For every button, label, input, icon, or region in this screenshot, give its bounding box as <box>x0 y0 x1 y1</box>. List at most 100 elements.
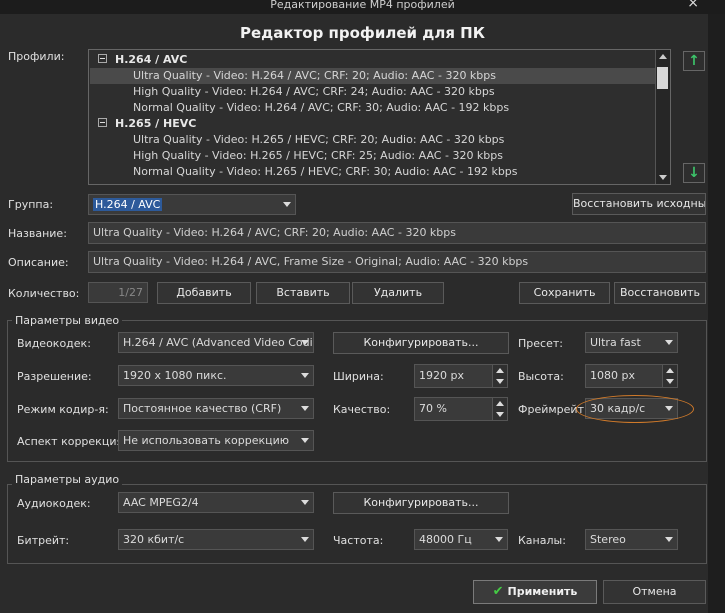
aspect-select[interactable]: Не использовать коррекцию <box>118 430 314 451</box>
quality-label: Качество: <box>333 403 391 416</box>
frequency-value: 48000 Гц <box>419 533 472 546</box>
name-field[interactable]: Ultra Quality - Video: H.264 / AVC; CRF:… <box>88 222 706 244</box>
video-codec-value: H.264 / AVC (Advanced Video Codin <box>123 336 314 349</box>
video-params-title: Параметры видео <box>12 314 123 327</box>
profile-editor-window: Редактирование MP4 профилей × Редактор п… <box>0 0 725 613</box>
checkmark-icon: ✔ <box>492 584 504 599</box>
collapse-icon[interactable] <box>98 118 107 127</box>
scroll-up-icon[interactable] <box>659 54 667 59</box>
width-spin-buttons[interactable] <box>492 365 507 387</box>
apply-button[interactable]: ✔ Применить <box>473 580 597 604</box>
move-up-button[interactable]: ↑ <box>683 51 705 71</box>
chevron-down-icon <box>665 340 673 345</box>
video-codec-label: Видеокодек: <box>17 337 91 350</box>
spin-up-icon[interactable] <box>666 368 674 373</box>
encoding-mode-value: Постоянное качество (CRF) <box>123 402 282 415</box>
window-title: Редактирование MP4 профилей <box>270 0 455 11</box>
restore-button[interactable]: Восстановить <box>614 282 706 304</box>
chevron-down-icon <box>301 340 309 345</box>
chevron-down-icon <box>301 373 309 378</box>
channels-select[interactable]: Stereo <box>585 529 678 550</box>
resolution-select[interactable]: 1920 x 1080 пикс. <box>118 365 314 386</box>
framerate-select[interactable]: 30 кадр/с <box>585 398 678 419</box>
preset-value: Ultra fast <box>590 336 641 349</box>
apply-label: Применить <box>507 585 578 598</box>
chevron-down-icon <box>301 406 309 411</box>
chevron-down-icon <box>301 500 309 505</box>
group-select[interactable]: H.264 / AVC <box>88 194 296 215</box>
save-button[interactable]: Сохранить <box>519 282 610 304</box>
move-down-button[interactable]: ↓ <box>683 163 705 183</box>
arrow-up-icon: ↑ <box>688 53 700 69</box>
framerate-value: 30 кадр/с <box>590 402 646 415</box>
group-row-h265[interactable]: H.265 / HEVC <box>90 116 655 132</box>
list-scrollbar[interactable] <box>655 50 670 184</box>
spin-down-icon[interactable] <box>666 379 674 384</box>
chevron-down-icon <box>495 537 503 542</box>
description-field[interactable]: Ultra Quality - Video: H.264 / AVC, Fram… <box>88 251 706 273</box>
height-stepper[interactable]: 1080 px <box>585 364 678 388</box>
quality-spin-buttons[interactable] <box>492 398 507 420</box>
add-button[interactable]: Добавить <box>157 282 251 304</box>
audio-codec-value: AAC MPEG2/4 <box>123 496 199 509</box>
list-item[interactable]: Ultra Quality - Video: H.265 / HEVC; CRF… <box>90 132 504 148</box>
restore-defaults-button[interactable]: Восстановить исходные <box>572 193 706 215</box>
audio-params-title: Параметры аудио <box>12 473 123 486</box>
list-item[interactable]: Normal Quality - Video: H.265 / HEVC; CR… <box>90 164 518 180</box>
chevron-down-icon <box>665 406 673 411</box>
video-codec-select[interactable]: H.264 / AVC (Advanced Video Codin <box>118 332 314 353</box>
spin-down-icon[interactable] <box>496 379 504 384</box>
group-row-h264[interactable]: H.264 / AVC <box>90 52 655 68</box>
width-stepper[interactable]: 1920 px <box>414 364 508 388</box>
arrow-down-icon: ↓ <box>688 165 700 181</box>
configure-audio-button[interactable]: Конфигурировать... <box>333 492 509 514</box>
spin-down-icon[interactable] <box>496 412 504 417</box>
preset-select[interactable]: Ultra fast <box>585 332 678 353</box>
group-label: Группа: <box>8 198 54 211</box>
count-label: Количество: <box>8 287 80 300</box>
title-bar: Редактирование MP4 профилей × <box>0 0 725 14</box>
list-item[interactable]: Normal Quality - Video: H.264 / AVC; CRF… <box>90 100 509 116</box>
name-label: Название: <box>8 227 67 240</box>
list-item[interactable]: High Quality - Video: H.264 / AVC; CRF: … <box>90 84 495 100</box>
close-icon[interactable]: × <box>687 0 699 10</box>
framerate-label: Фреймрейт: <box>518 403 588 416</box>
audio-codec-select[interactable]: AAC MPEG2/4 <box>118 492 314 513</box>
width-value: 1920 px <box>419 369 464 382</box>
group-value: H.264 / AVC <box>93 198 163 211</box>
frequency-select[interactable]: 48000 Гц <box>414 529 508 550</box>
encoding-mode-select[interactable]: Постоянное качество (CRF) <box>118 398 314 419</box>
bitrate-select[interactable]: 320 кбит/с <box>118 529 314 550</box>
page-title: Редактор профилей для ПК <box>239 24 485 42</box>
preset-label: Пресет: <box>518 337 563 350</box>
height-spin-buttons[interactable] <box>662 365 677 387</box>
quality-value: 70 % <box>419 402 447 415</box>
chevron-down-icon <box>301 438 309 443</box>
insert-button[interactable]: Вставить <box>256 282 350 304</box>
spin-up-icon[interactable] <box>496 368 504 373</box>
configure-video-button[interactable]: Конфигурировать... <box>333 332 509 354</box>
profiles-list[interactable]: H.264 / AVC Ultra Quality - Video: H.264… <box>88 49 671 185</box>
channels-label: Каналы: <box>518 534 566 547</box>
quality-stepper[interactable]: 70 % <box>414 397 508 421</box>
channels-value: Stereo <box>590 533 626 546</box>
description-label: Описание: <box>8 256 69 269</box>
list-item[interactable]: Ultra Quality - Video: H.264 / AVC; CRF:… <box>90 68 656 84</box>
bitrate-label: Битрейт: <box>17 534 70 547</box>
scroll-down-icon[interactable] <box>659 175 667 180</box>
height-value: 1080 px <box>590 369 635 382</box>
background-edge <box>708 14 725 613</box>
resolution-value: 1920 x 1080 пикс. <box>123 369 227 382</box>
delete-button[interactable]: Удалить <box>352 282 444 304</box>
cancel-button[interactable]: Отмена <box>603 580 706 604</box>
aspect-label: Аспект коррекция: <box>17 435 127 448</box>
profiles-label: Профили: <box>8 50 65 63</box>
chevron-down-icon <box>301 537 309 542</box>
list-item[interactable]: High Quality - Video: H.265 / HEVC; CRF:… <box>90 148 503 164</box>
encoding-mode-label: Режим кодир-я: <box>17 403 109 416</box>
collapse-icon[interactable] <box>98 54 107 63</box>
bitrate-value: 320 кбит/с <box>123 533 185 546</box>
aspect-value: Не использовать коррекцию <box>123 434 290 447</box>
scroll-thumb[interactable] <box>657 67 668 89</box>
spin-up-icon[interactable] <box>496 401 504 406</box>
